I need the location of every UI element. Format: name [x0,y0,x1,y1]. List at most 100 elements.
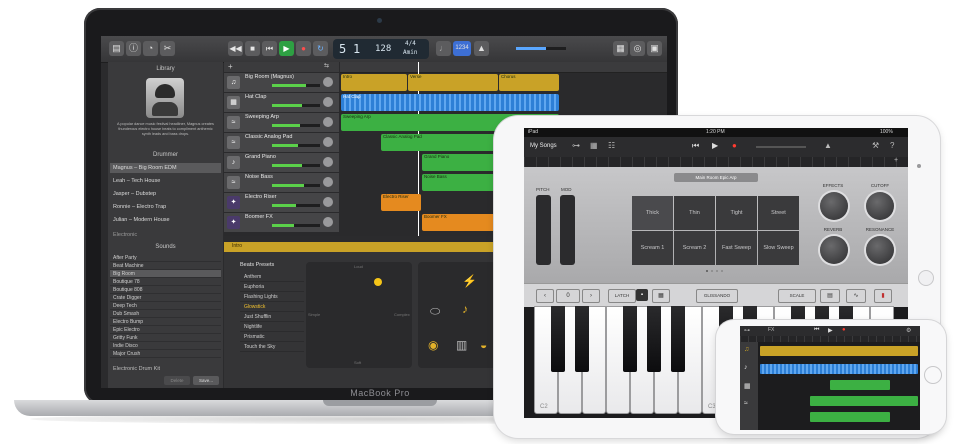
tom-icon[interactable]: ◒ [480,338,487,352]
track-header[interactable]: ≈ Noise Bass [224,173,339,193]
tracks-view-icon[interactable]: ▦ [590,141,598,150]
iphone-region-drummer[interactable] [760,346,918,356]
kick-drum-icon[interactable]: ◉ [428,338,438,352]
pan-knob[interactable] [323,157,333,167]
sound-item[interactable]: After Party [110,254,221,262]
info-icon[interactable]: ⓘ [126,41,141,56]
master-volume-slider[interactable] [516,47,566,50]
record-button[interactable]: ● [296,41,311,56]
pan-knob[interactable] [323,97,333,107]
pitch-wheel[interactable] [536,195,551,265]
velocity-icon[interactable]: ▮ [874,289,892,303]
preset-item[interactable]: Flashing Lights [240,292,304,302]
genre-label[interactable]: Electronic [110,230,221,240]
go-to-start-button[interactable]: ⏮ [262,41,277,56]
sound-item[interactable]: Boutique 78 [110,278,221,286]
my-songs-button[interactable]: My Songs [530,143,557,149]
iphone-region-midi[interactable] [810,396,918,406]
black-key[interactable] [647,306,661,372]
ipad-ruler[interactable]: + [524,157,908,167]
latch-button[interactable]: LATCH [608,289,636,303]
drummer-item[interactable]: Magnus – Big Room EDM [110,163,221,173]
pan-knob[interactable] [323,77,333,87]
iphone-browser-icon[interactable]: ⊶ [744,327,750,334]
black-key[interactable] [575,306,589,372]
metronome-icon[interactable]: ▲ [824,141,832,150]
preset-item-selected[interactable]: Glowstick [240,302,304,312]
iphone-record-icon[interactable]: ● [842,327,846,333]
bass-track-icon[interactable]: ≈ [744,400,748,407]
scissors-icon[interactable]: ✂ [160,41,175,56]
sound-item[interactable]: Dub Smash [110,310,221,318]
mod-wheel[interactable] [560,195,575,265]
play-icon[interactable]: ▶ [712,141,718,150]
pan-knob[interactable] [323,217,333,227]
glissando-button[interactable]: GLISSANDO [696,289,738,303]
sound-item[interactable]: Deep Tech [110,302,221,310]
region-verse[interactable]: Verse [408,74,498,91]
track-volume[interactable] [272,224,320,227]
region-chorus[interactable]: Chorus [499,74,559,91]
keys-track-icon[interactable]: ▦ [744,382,751,390]
preset-item[interactable]: Euphoria [240,282,304,292]
iphone-region-audio[interactable] [760,364,918,374]
sound-item[interactable]: Electro Bump [110,318,221,326]
mixer-icon[interactable]: ☷ [608,141,615,150]
xy-puck[interactable] [374,278,382,286]
cutoff-knob[interactable] [866,192,894,220]
pad-thin[interactable]: Thin [674,196,715,230]
track-header[interactable]: ♫ Big Room (Magnus) [224,73,339,93]
sound-item[interactable]: Major Crush [110,350,221,358]
pad-scream-1[interactable]: Scream 1 [632,231,673,265]
wrench-icon[interactable]: ⚒ [872,141,879,150]
track-volume[interactable] [272,184,320,187]
iphone-rewind-icon[interactable]: ⏮ [814,327,819,334]
pan-knob[interactable] [323,177,333,187]
library-icon[interactable]: ▤ [109,41,124,56]
preset-item[interactable]: Just Shufflin [240,312,304,322]
sound-item[interactable]: Gritty Funk [110,334,221,342]
iphone-region-midi[interactable] [810,412,890,422]
mod-wave-icon[interactable]: ∿ [846,289,866,303]
track-volume[interactable] [272,84,320,87]
kit-label[interactable]: Electronic Drum Kit [110,364,221,374]
ipad-home-button[interactable] [918,270,934,286]
track-header[interactable]: ✦ Boomer FX [224,213,339,233]
black-key[interactable] [671,306,685,372]
count-in-button[interactable]: 1234 [453,41,471,56]
track-header[interactable]: ≈ Sweeping Arp [224,113,339,133]
track-volume[interactable] [272,204,320,207]
black-key[interactable] [551,306,565,372]
scale-button[interactable]: SCALE [778,289,816,303]
sound-item[interactable]: Epic Electro [110,326,221,334]
track-header[interactable]: ▦ Hat Clap [224,93,339,113]
reverb-knob[interactable] [820,236,848,264]
patch-name[interactable]: Main Room Epic Arp [674,173,758,182]
sound-item[interactable]: Big Room [110,270,221,278]
delete-button[interactable]: Delete [164,376,190,385]
ruler[interactable] [340,62,667,236]
track-volume[interactable] [272,124,320,127]
octave-down-button[interactable]: ‹ [536,289,554,303]
lcd-display[interactable]: 5 1 128 4/4 Amin [333,39,429,59]
record-icon[interactable]: ● [732,141,737,150]
preset-item[interactable]: Touch the Sky [240,342,304,352]
pan-knob[interactable] [323,137,333,147]
iphone-play-icon[interactable]: ▶ [828,327,833,334]
cycle-icon[interactable]: ↻ [313,41,328,56]
drummer-item[interactable]: Jasper – Dubstep [110,189,221,199]
pad-thick[interactable]: Thick [632,196,673,230]
effects-knob[interactable] [820,192,848,220]
drummer-item[interactable]: Julian – Modern House [110,215,221,225]
region-hat-clap[interactable]: Hat Clap [341,94,559,111]
drummer-track-icon[interactable]: ♫ [744,346,749,353]
shaker-icon[interactable]: ♪ [462,302,468,316]
sound-item[interactable]: Indie Disco [110,342,221,350]
pad-tight[interactable]: Tight [716,196,757,230]
rewind-button[interactable]: ◀◀ [228,41,243,56]
play-button[interactable]: ▶ [279,41,294,56]
lock-icon[interactable]: ▪ [636,289,648,301]
rewind-icon[interactable]: ⏮ [692,141,699,151]
iphone-fx-button[interactable]: FX [768,327,774,333]
smart-controls-icon[interactable]: ◔ [143,41,158,56]
